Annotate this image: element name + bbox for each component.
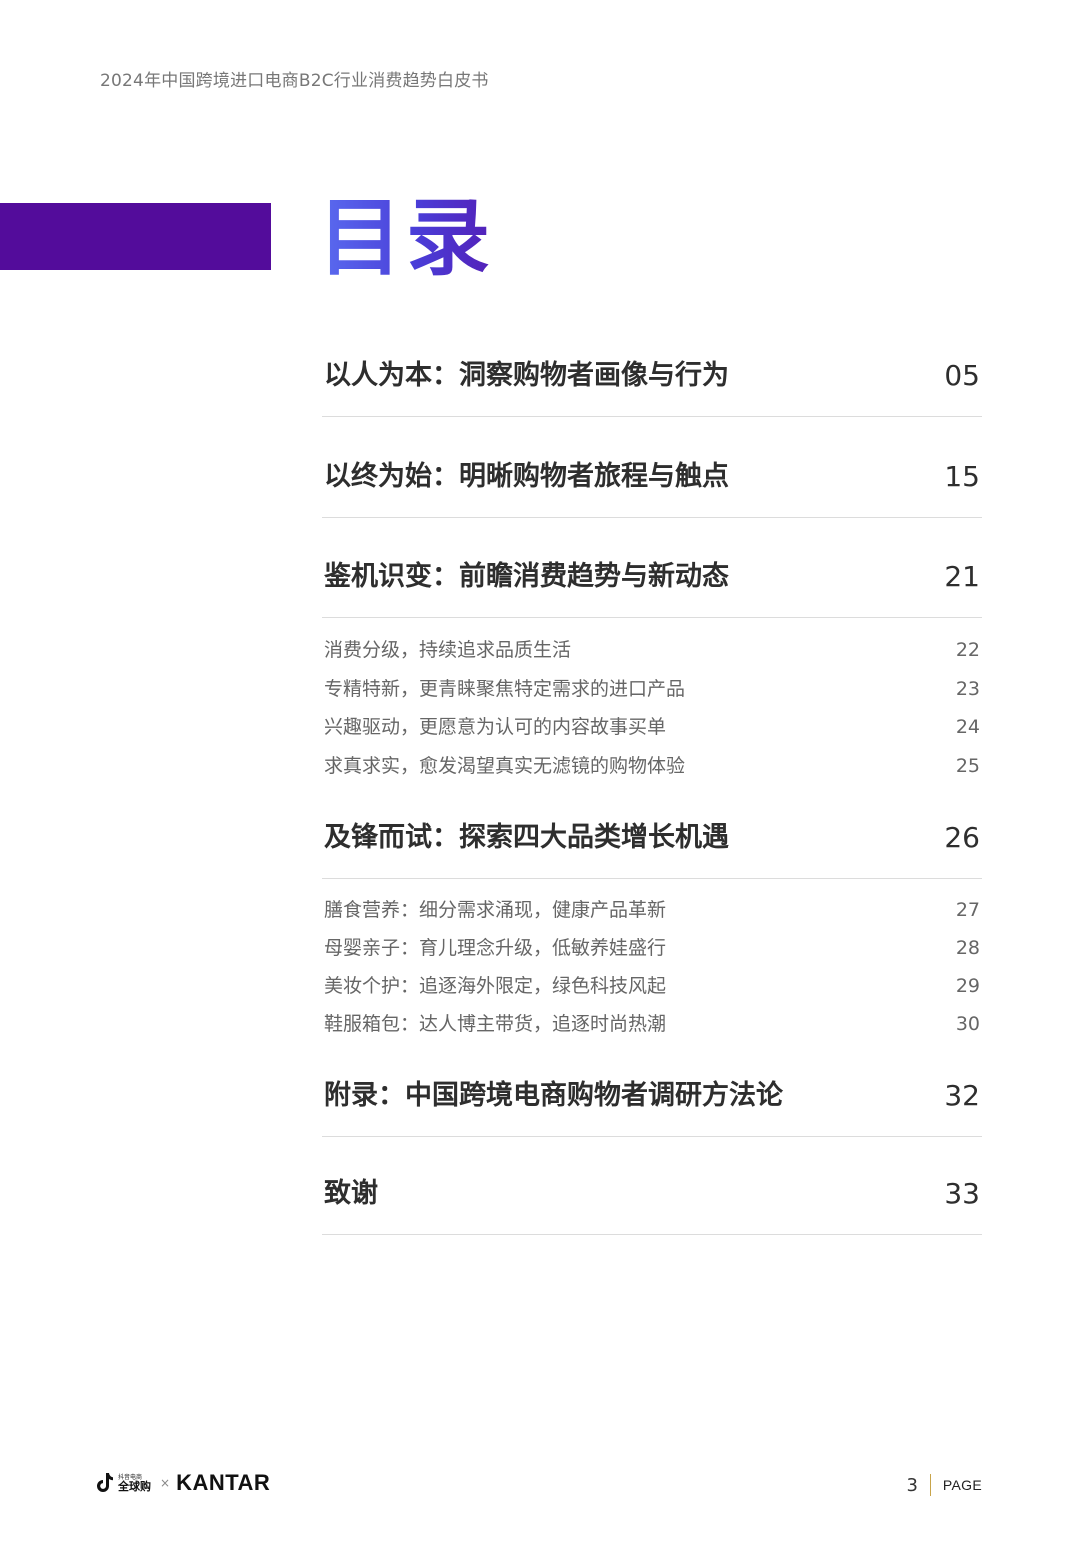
brand-separator: × bbox=[160, 1476, 171, 1490]
toc-subentry-page: 29 bbox=[955, 975, 980, 997]
footer-page-indicator: 3 PAGE bbox=[906, 1472, 982, 1498]
toc-entry-page: 32 bbox=[944, 1079, 980, 1112]
toc-subentry[interactable]: 鞋服箱包：达人博主带货，追逐时尚热潮 30 bbox=[322, 1009, 982, 1039]
toc-entry[interactable]: 鉴机识变：前瞻消费趋势与新动态 21 bbox=[322, 557, 982, 618]
toc-subentry-label: 求真求实，愈发渴望真实无滤镜的购物体验 bbox=[324, 755, 686, 777]
footer-brand-logo: 抖音电商 全球购 × KANTAR bbox=[96, 1468, 270, 1498]
toc-entry[interactable]: 以人为本：洞察购物者画像与行为 05 bbox=[322, 356, 982, 417]
toc-subentry[interactable]: 美妆个护：追逐海外限定，绿色科技风起 29 bbox=[322, 971, 982, 1001]
toc-subentry-label: 母婴亲子：育儿理念升级，低敏养娃盛行 bbox=[324, 937, 667, 959]
tiktok-icon bbox=[97, 1473, 113, 1492]
toc-subentry-page: 23 bbox=[955, 678, 980, 700]
toc-entry[interactable]: 附录：中国跨境电商购物者调研方法论 32 bbox=[322, 1076, 982, 1137]
toc-entry-page: 26 bbox=[944, 821, 980, 854]
brand-wordmark: 抖音电商 全球购 bbox=[118, 1474, 151, 1493]
toc-subentry[interactable]: 母婴亲子：育儿理念升级，低敏养娃盛行 28 bbox=[322, 933, 982, 963]
toc-subentry-page: 30 bbox=[955, 1013, 980, 1035]
toc-entry-label: 致谢 bbox=[324, 1178, 378, 1209]
toc-subentry[interactable]: 膳食营养：细分需求涌现，健康产品革新 27 bbox=[322, 895, 982, 925]
toc-entry-page: 21 bbox=[944, 560, 980, 593]
toc-subentry-label: 美妆个护：追逐海外限定，绿色科技风起 bbox=[324, 975, 667, 997]
toc-entry-label: 以人为本：洞察购物者画像与行为 bbox=[324, 360, 729, 391]
toc-entry-page: 15 bbox=[944, 460, 980, 493]
toc-entry-label: 附录：中国跨境电商购物者调研方法论 bbox=[324, 1080, 783, 1111]
toc-subentry-page: 27 bbox=[955, 899, 980, 921]
toc-title: 目录 bbox=[318, 189, 495, 287]
accent-bar bbox=[0, 203, 271, 270]
toc-entry-page: 05 bbox=[944, 359, 980, 392]
toc-entry[interactable]: 及锋而试：探索四大品类增长机遇 26 bbox=[322, 818, 982, 879]
toc-subentry-label: 消费分级，持续追求品质生活 bbox=[324, 639, 572, 661]
toc-entry[interactable]: 以终为始：明晰购物者旅程与触点 15 bbox=[322, 457, 982, 518]
toc-subentry[interactable]: 求真求实，愈发渴望真实无滤镜的购物体验 25 bbox=[322, 751, 982, 781]
brand-main-text: 全球购 bbox=[118, 1479, 151, 1493]
toc-subentry[interactable]: 专精特新，更青睐聚焦特定需求的进口产品 23 bbox=[322, 674, 982, 704]
toc-subentry-label: 鞋服箱包：达人博主带货，追逐时尚热潮 bbox=[324, 1013, 667, 1035]
toc-subentry[interactable]: 兴趣驱动，更愿意为认可的内容故事买单 24 bbox=[322, 712, 982, 742]
toc-subentry-label: 专精特新，更青睐聚焦特定需求的进口产品 bbox=[324, 678, 686, 700]
toc-subentry-page: 24 bbox=[955, 716, 980, 738]
toc-subentry-page: 28 bbox=[955, 937, 980, 959]
toc-subentry-label: 膳食营养：细分需求涌现，健康产品革新 bbox=[324, 899, 667, 921]
toc-entry-label: 及锋而试：探索四大品类增长机遇 bbox=[324, 822, 729, 853]
toc-entry-page: 33 bbox=[944, 1177, 980, 1210]
toc-subentry[interactable]: 消费分级，持续追求品质生活 22 bbox=[322, 635, 982, 665]
toc-subentry-page: 22 bbox=[955, 639, 980, 661]
toc-entry-label: 鉴机识变：前瞻消费趋势与新动态 bbox=[324, 561, 729, 592]
page-word: PAGE bbox=[942, 1477, 982, 1493]
toc-subentry-label: 兴趣驱动，更愿意为认可的内容故事买单 bbox=[324, 716, 667, 738]
toc-entry-label: 以终为始：明晰购物者旅程与触点 bbox=[324, 461, 729, 492]
page-divider bbox=[929, 1474, 931, 1496]
page-number: 3 bbox=[906, 1474, 918, 1496]
toc-entry[interactable]: 致谢 33 bbox=[322, 1174, 982, 1235]
partner-logo: KANTAR bbox=[176, 1470, 271, 1495]
toc-subentry-page: 25 bbox=[955, 755, 980, 777]
running-header: 2024年中国跨境进口电商B2C行业消费趋势白皮书 bbox=[100, 71, 489, 91]
